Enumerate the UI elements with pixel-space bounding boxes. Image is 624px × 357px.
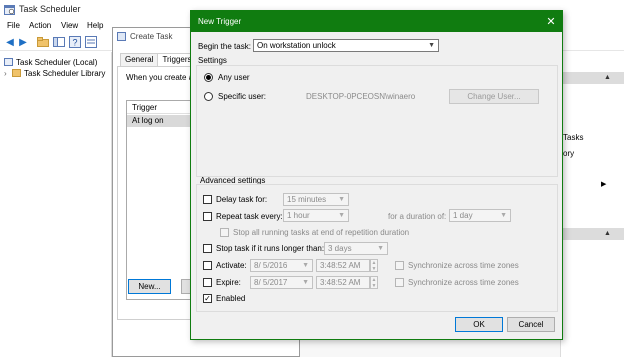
task-scheduler-icon bbox=[4, 4, 15, 15]
chevron-down-icon: ▼ bbox=[500, 212, 507, 219]
stop-all-checkbox[interactable] bbox=[220, 228, 229, 237]
chevron-right-icon[interactable]: › bbox=[4, 69, 12, 78]
svg-text:?: ? bbox=[73, 38, 78, 48]
expire-checkbox[interactable] bbox=[203, 278, 212, 287]
expire-date-value: 8/ 5/2017 bbox=[254, 278, 288, 287]
ok-button[interactable]: OK bbox=[455, 317, 503, 332]
expire-time-input[interactable]: 3:48:52 AM bbox=[316, 276, 370, 289]
begin-task-select[interactable]: On workstation unlock ▼ bbox=[253, 39, 439, 52]
submenu-arrow-icon[interactable]: ▶ bbox=[601, 180, 606, 188]
expire-date-picker[interactable]: 8/ 5/2017 ▼ bbox=[250, 276, 313, 289]
expire-label: Expire: bbox=[216, 278, 241, 287]
console-tree-icon[interactable] bbox=[52, 35, 66, 49]
enabled-label: Enabled bbox=[216, 294, 246, 303]
any-user-radio[interactable] bbox=[204, 73, 213, 82]
stop-all-label: Stop all running tasks at end of repetit… bbox=[233, 228, 410, 237]
activate-date-value: 8/ 5/2016 bbox=[254, 261, 288, 270]
dialog-title: New Trigger bbox=[198, 17, 242, 26]
menu-view[interactable]: View bbox=[61, 21, 78, 30]
close-icon[interactable]: ✕ bbox=[543, 14, 559, 28]
tab-general[interactable]: General bbox=[120, 53, 159, 66]
folder-icon[interactable] bbox=[36, 35, 50, 49]
menu-action[interactable]: Action bbox=[29, 21, 51, 30]
create-task-tabs: General Triggers bbox=[120, 53, 197, 66]
activate-checkbox[interactable] bbox=[203, 261, 212, 270]
collapse-up-icon-2[interactable]: ▲ bbox=[604, 230, 611, 237]
properties-icon[interactable] bbox=[84, 35, 98, 49]
repeat-task-value: 1 hour bbox=[287, 211, 310, 220]
menu-help[interactable]: Help bbox=[87, 21, 103, 30]
checkmark-icon: ✓ bbox=[204, 293, 211, 303]
navigation-tree bbox=[0, 52, 112, 357]
help-icon[interactable]: ? bbox=[68, 35, 82, 49]
expire-sync-label: Synchronize across time zones bbox=[408, 278, 519, 287]
delay-task-checkbox[interactable] bbox=[203, 195, 212, 204]
activate-time-spinner-icon[interactable]: ▲ ▼ bbox=[370, 259, 378, 272]
chevron-down-icon: ▼ bbox=[338, 212, 345, 219]
calendar-dropdown-icon: ▼ bbox=[302, 279, 309, 286]
actions-item-tasks[interactable]: Tasks bbox=[563, 133, 583, 142]
duration-label: for a duration of: bbox=[388, 212, 447, 221]
settings-group bbox=[196, 65, 558, 177]
change-user-button[interactable]: Change User... bbox=[449, 89, 539, 104]
expire-sync-checkbox[interactable] bbox=[395, 278, 404, 287]
new-trigger-button[interactable]: New... bbox=[128, 279, 171, 294]
stop-if-value: 3 days bbox=[328, 244, 352, 253]
menu-file[interactable]: File bbox=[7, 21, 20, 30]
duration-value: 1 day bbox=[453, 211, 473, 220]
enabled-checkbox[interactable]: ✓ bbox=[203, 294, 212, 303]
folder-icon bbox=[12, 69, 21, 77]
repeat-task-select[interactable]: 1 hour ▼ bbox=[283, 209, 349, 222]
user-value: DESKTOP-0PCEOSN\winaero bbox=[306, 92, 416, 101]
begin-task-label: Begin the task: bbox=[198, 42, 251, 51]
actions-header bbox=[560, 72, 624, 84]
delay-task-label: Delay task for: bbox=[216, 195, 268, 204]
forward-arrow-icon[interactable]: ▶ bbox=[16, 35, 30, 49]
any-user-label: Any user bbox=[218, 73, 250, 82]
delay-task-select[interactable]: 15 minutes ▼ bbox=[283, 193, 349, 206]
activate-date-picker[interactable]: 8/ 5/2016 ▼ bbox=[250, 259, 313, 272]
radio-selected-dot bbox=[206, 75, 211, 80]
triggers-intro-text: When you create a bbox=[126, 73, 194, 82]
stop-if-select[interactable]: 3 days ▼ bbox=[324, 242, 388, 255]
chevron-down-icon: ▼ bbox=[428, 42, 435, 49]
activate-time-input[interactable]: 3:48:52 AM bbox=[316, 259, 370, 272]
specific-user-radio[interactable] bbox=[204, 92, 213, 101]
activate-sync-label: Synchronize across time zones bbox=[408, 261, 519, 270]
delay-task-value: 15 minutes bbox=[287, 195, 327, 204]
repeat-task-checkbox[interactable] bbox=[203, 212, 212, 221]
chevron-down-icon: ▼ bbox=[377, 245, 384, 252]
back-arrow-icon[interactable]: ◀ bbox=[3, 35, 17, 49]
dialog-titlebar bbox=[191, 11, 562, 32]
specific-user-label: Specific user: bbox=[218, 92, 267, 101]
repeat-task-label: Repeat task every: bbox=[216, 212, 283, 221]
settings-label: Settings bbox=[198, 56, 227, 65]
activate-label: Activate: bbox=[216, 261, 247, 270]
create-task-icon bbox=[117, 32, 126, 41]
chevron-down-icon: ▼ bbox=[338, 196, 345, 203]
expire-time-spinner-icon[interactable]: ▲ ▼ bbox=[370, 276, 378, 289]
activate-sync-checkbox[interactable] bbox=[395, 261, 404, 270]
stop-if-checkbox[interactable] bbox=[203, 244, 212, 253]
calendar-dropdown-icon: ▼ bbox=[302, 262, 309, 269]
begin-task-value: On workstation unlock bbox=[257, 41, 336, 50]
create-task-title: Create Task bbox=[130, 32, 173, 41]
duration-select[interactable]: 1 day ▼ bbox=[449, 209, 511, 222]
actions-pane bbox=[560, 52, 624, 357]
app-title: Task Scheduler bbox=[19, 4, 81, 14]
tree-library-label: Task Scheduler Library bbox=[24, 68, 106, 78]
cancel-button[interactable]: Cancel bbox=[507, 317, 555, 332]
tree-item-library[interactable]: › Task Scheduler Library bbox=[4, 67, 105, 79]
actions-item-history[interactable]: ory bbox=[563, 149, 574, 158]
stop-if-label: Stop task if it runs longer than: bbox=[216, 244, 325, 253]
tree-root-label: Task Scheduler (Local) bbox=[16, 57, 98, 67]
scheduler-node-icon bbox=[4, 58, 13, 66]
new-trigger-dialog: New Trigger ✕ Begin the task: On worksta… bbox=[190, 10, 563, 340]
create-task-titlebar: Create Task bbox=[117, 32, 173, 41]
actions-header-2 bbox=[560, 228, 624, 240]
collapse-up-icon[interactable]: ▲ bbox=[604, 74, 611, 81]
